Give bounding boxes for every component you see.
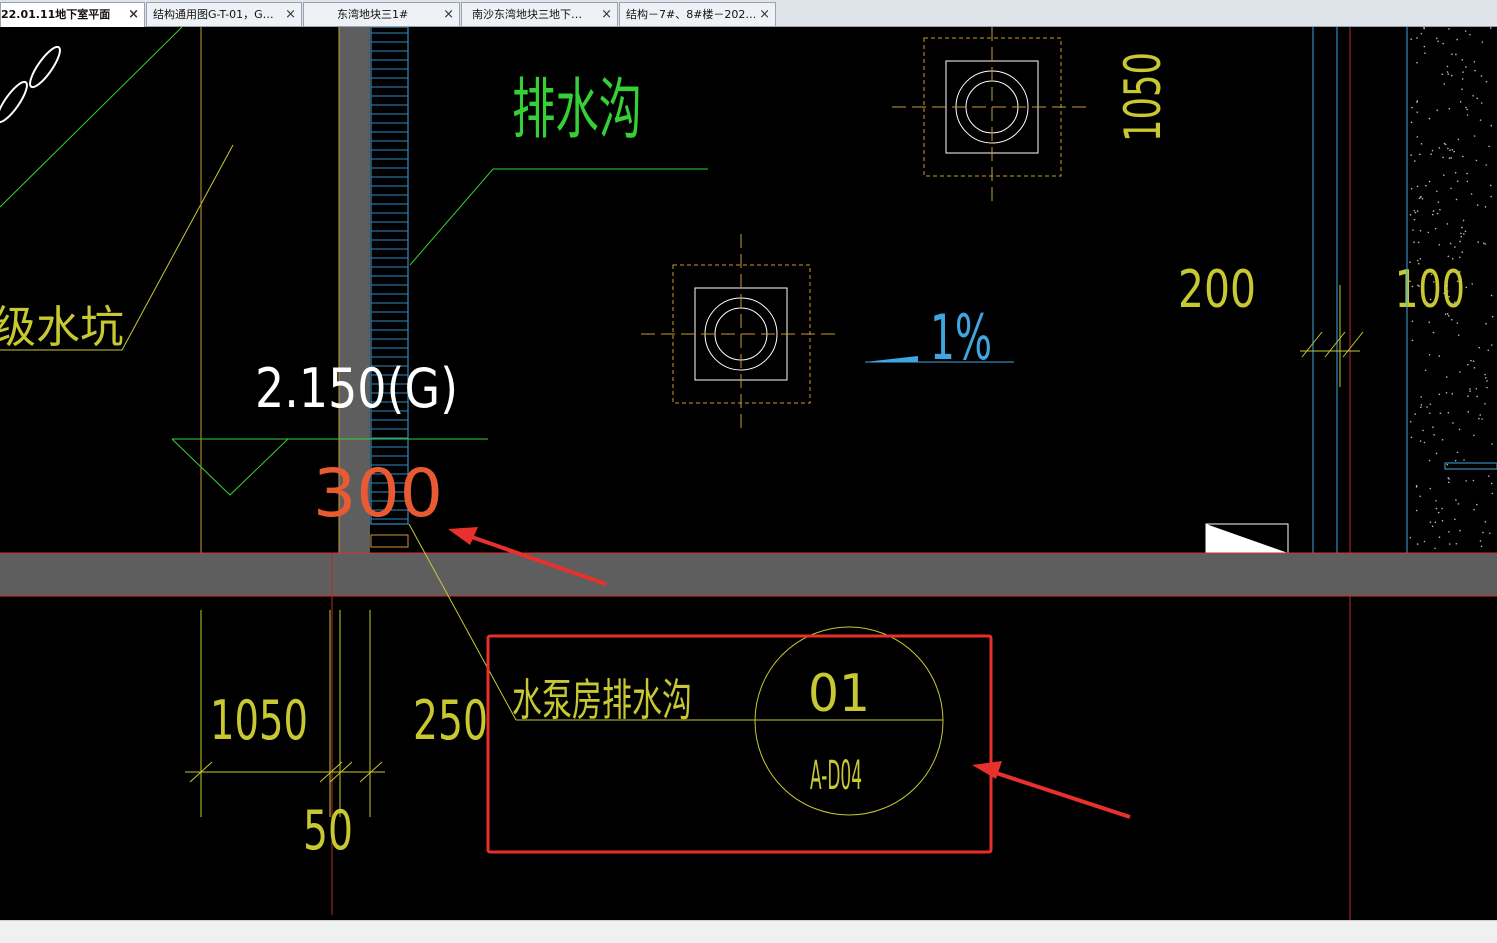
tab-label: 结构－7#、8#楼－202… (626, 8, 755, 21)
dim-100: 100 (1395, 260, 1465, 320)
cad-drawing-canvas[interactable]: 级水坑 排水沟 2.150(G) 300 1050 1% 200 100 105… (0, 27, 1497, 920)
tab-structure-general[interactable]: 结构通用图G-T-01，G… × (146, 2, 302, 26)
close-icon[interactable]: × (759, 3, 770, 26)
tab-dongwan-1[interactable]: 东湾地块三1# × (303, 2, 460, 26)
detail-title: 水泵房排水沟 (512, 675, 692, 726)
tab-label: 东湾地块三1# (337, 8, 409, 21)
dim-200: 200 (1178, 260, 1256, 320)
dim-250: 250 (413, 689, 488, 752)
slope-label: 1% (930, 301, 992, 374)
dim-300: 300 (313, 455, 443, 532)
close-icon[interactable]: × (285, 3, 296, 26)
dim-50: 50 (303, 799, 353, 862)
close-icon[interactable]: × (601, 3, 612, 26)
status-bar (0, 920, 1497, 943)
tab-structure-7-8[interactable]: 结构－7#、8#楼－202… × (619, 2, 776, 26)
close-icon[interactable]: × (443, 3, 454, 26)
wall-horizontal (0, 553, 1497, 596)
tab-label: 22.01.11地下室平面 (1, 8, 111, 21)
sump-label: 级水坑 (0, 302, 124, 353)
dim-top-right: 1050 (1114, 52, 1172, 142)
tab-label: 南沙东湾地块三地下… (472, 8, 582, 21)
tab-label: 结构通用图G-T-01，G… (153, 8, 274, 21)
tab-basement-plan[interactable]: 22.01.11地下室平面 × (0, 2, 145, 27)
tab-nansha-basement[interactable]: 南沙东湾地块三地下… × (461, 2, 618, 26)
detail-sheet: A-D04 (810, 753, 862, 799)
document-tab-bar: 22.01.11地下室平面 × 结构通用图G-T-01，G… × 东湾地块三1#… (0, 0, 1497, 27)
dim-1050: 1050 (210, 689, 308, 752)
detail-number: 01 (808, 664, 870, 724)
close-icon[interactable]: × (128, 3, 139, 26)
ditch-label: 排水沟 (512, 71, 642, 148)
elevation-label: 2.150(G) (255, 357, 458, 420)
